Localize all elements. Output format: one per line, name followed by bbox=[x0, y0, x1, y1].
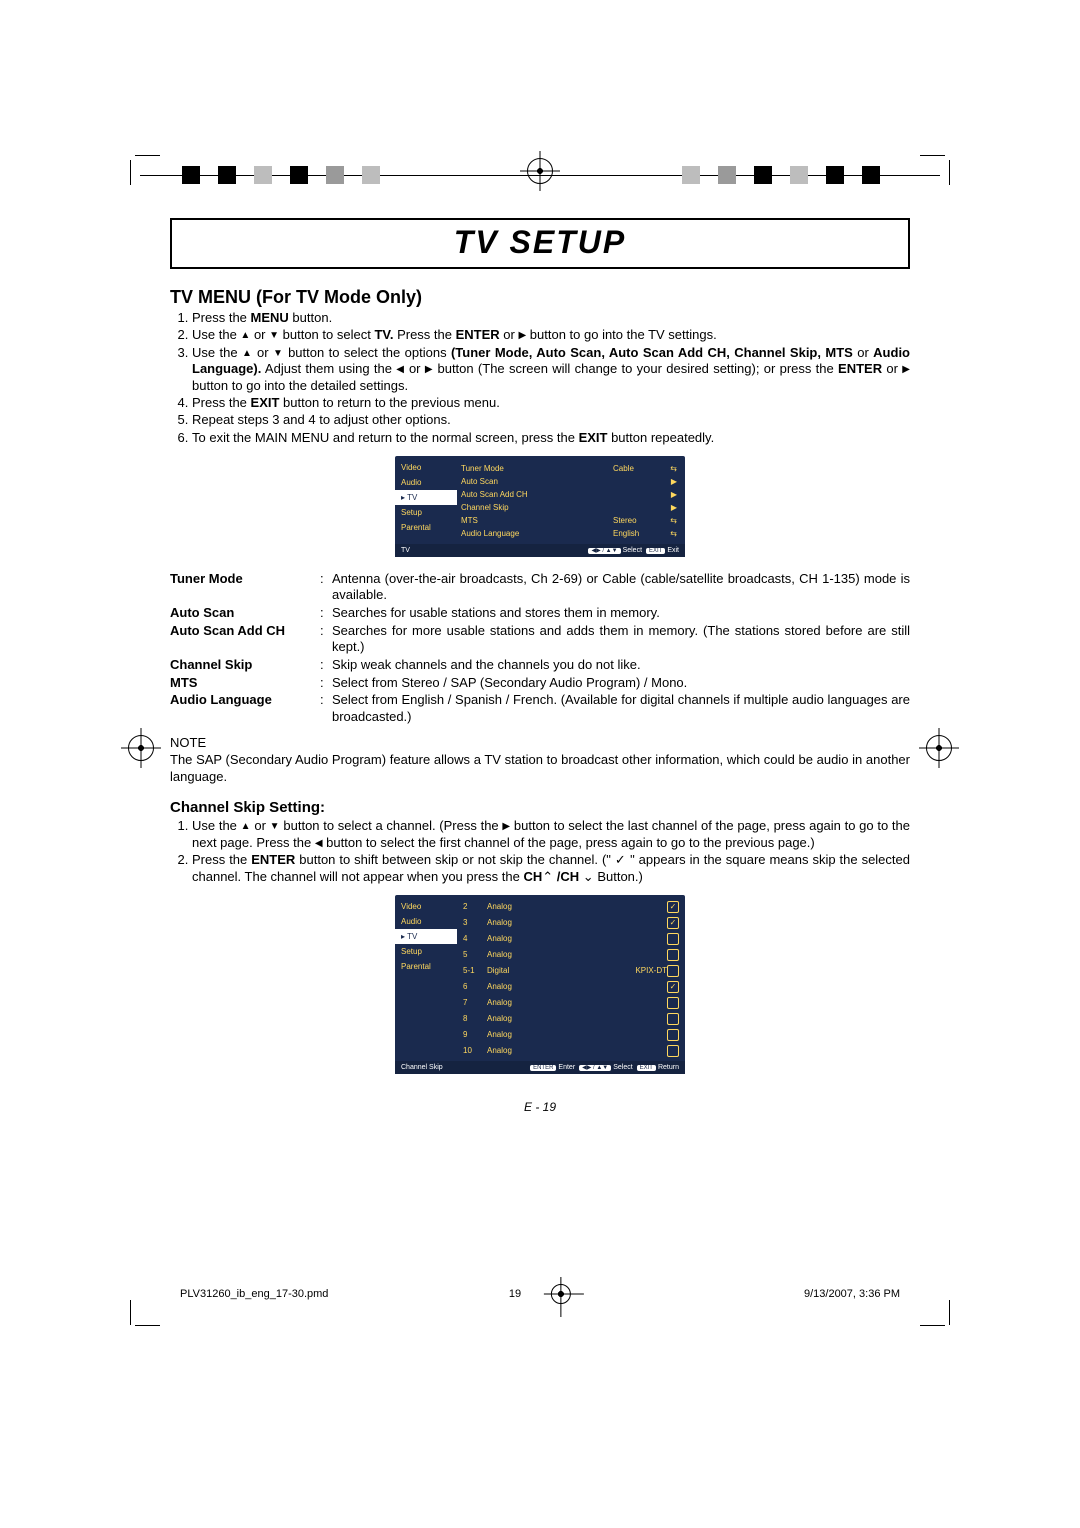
down-icon: ▼ bbox=[273, 348, 284, 359]
osd-screenshot-tv-menu: Video Audio▸ TV Setup Parental Tuner Mod… bbox=[395, 456, 685, 557]
pmd-filename: PLV31260_ib_eng_17-30.pmd bbox=[180, 1288, 328, 1300]
osd-row: Auto Scan Add CH▶ bbox=[461, 488, 677, 501]
osd-channel-row: 3Analog✓ bbox=[463, 915, 679, 931]
up-icon: ▲ bbox=[240, 330, 250, 341]
osd-side-item: Setup bbox=[395, 944, 457, 959]
crop-mark bbox=[920, 155, 950, 185]
step2-2: Press the ENTER button to shift between … bbox=[192, 852, 910, 885]
term-audio-language: Audio Language bbox=[170, 692, 320, 725]
osd-channel-row: 7Analog bbox=[463, 995, 679, 1011]
osd-side-item: Video bbox=[395, 899, 457, 914]
up-icon: ⌃ bbox=[542, 869, 553, 884]
note-block: NOTE The SAP (Secondary Audio Program) f… bbox=[170, 735, 910, 785]
instruction-list-2: Use the ▲ or ▼ button to select a channe… bbox=[170, 818, 910, 885]
right-icon: ▶ bbox=[425, 364, 433, 375]
pmd-page: 19 bbox=[509, 1288, 521, 1300]
term-auto-scan-add-ch: Auto Scan Add CH bbox=[170, 623, 320, 656]
osd-row: Channel Skip▶ bbox=[461, 501, 677, 514]
pmd-datetime: 9/13/2007, 3:36 PM bbox=[804, 1288, 900, 1300]
term-channel-skip: Channel Skip bbox=[170, 657, 320, 674]
osd-channel-row: 6Analog✓ bbox=[463, 979, 679, 995]
osd-channel-row: 9Analog bbox=[463, 1027, 679, 1043]
osd-channel-row: 10Analog bbox=[463, 1043, 679, 1059]
osd-channel-row: 4Analog bbox=[463, 931, 679, 947]
step2-1: Use the ▲ or ▼ button to select a channe… bbox=[192, 818, 910, 851]
term-tuner-mode: Tuner Mode bbox=[170, 571, 320, 604]
osd-side-item: Setup bbox=[395, 505, 457, 520]
osd-channel-row: 5Analog bbox=[463, 947, 679, 963]
osd-channel-row: 8Analog bbox=[463, 1011, 679, 1027]
osd-side-item: Video bbox=[395, 460, 457, 475]
osd-side-item: ▸ TV bbox=[395, 490, 457, 505]
instruction-list-1: Press the MENU button. Use the ▲ or ▼ bu… bbox=[170, 310, 910, 446]
right-icon: ▶ bbox=[518, 330, 526, 341]
osd-channel-row: 2Analog✓ bbox=[463, 899, 679, 915]
down-icon: ⌄ bbox=[583, 869, 594, 884]
osd-row: MTSStereo⇆ bbox=[461, 514, 677, 527]
term-mts: MTS bbox=[170, 675, 320, 692]
check-icon: ✓ bbox=[615, 852, 626, 867]
left-icon: ◀ bbox=[315, 838, 323, 849]
section-heading-channel-skip: Channel Skip Setting: bbox=[170, 799, 910, 816]
osd-screenshot-channel-skip: Video Audio▸ TV Setup Parental 2Analog✓3… bbox=[395, 895, 685, 1074]
page-title: TV SETUP bbox=[170, 218, 910, 269]
step-6: To exit the MAIN MENU and return to the … bbox=[192, 430, 910, 446]
up-icon: ▲ bbox=[241, 821, 251, 832]
step-3: Use the ▲ or ▼ button to select the opti… bbox=[192, 345, 910, 394]
step-5: Repeat steps 3 and 4 to adjust other opt… bbox=[192, 412, 910, 428]
target-icon bbox=[128, 735, 154, 761]
right-icon: ▶ bbox=[902, 364, 910, 375]
osd-side-item: ▸ TV bbox=[395, 929, 457, 944]
section-heading-tv-menu: TV MENU (For TV Mode Only) bbox=[170, 287, 910, 308]
right-icon: ▶ bbox=[502, 821, 510, 832]
osd-side-item: Parental bbox=[395, 520, 457, 535]
up-icon: ▲ bbox=[242, 348, 253, 359]
osd-row: Tuner ModeCable⇆ bbox=[461, 462, 677, 475]
osd-row: Audio LanguageEnglish⇆ bbox=[461, 527, 677, 540]
step-1: Press the MENU button. bbox=[192, 310, 910, 326]
osd-channel-row: 5-1DigitalKPIX-DT bbox=[463, 963, 679, 979]
page-number: E - 19 bbox=[170, 1100, 910, 1114]
crop-mark bbox=[130, 155, 160, 185]
osd-row: Auto Scan▶ bbox=[461, 475, 677, 488]
down-icon: ▼ bbox=[269, 330, 279, 341]
step-2: Use the ▲ or ▼ button to select TV. Pres… bbox=[192, 327, 910, 344]
osd-side-item: Audio bbox=[395, 914, 457, 929]
target-icon bbox=[926, 735, 952, 761]
down-icon: ▼ bbox=[270, 821, 280, 832]
osd-side-item: Audio bbox=[395, 475, 457, 490]
definition-list: Tuner Mode:Antenna (over-the-air broadca… bbox=[170, 571, 910, 726]
note-label: NOTE bbox=[170, 735, 206, 750]
osd-footer-label: TV bbox=[401, 547, 410, 554]
imposition-footer: PLV31260_ib_eng_17-30.pmd 19 9/13/2007, … bbox=[180, 1288, 900, 1300]
osd-footer-label: Channel Skip bbox=[401, 1064, 443, 1071]
target-icon bbox=[551, 1284, 571, 1304]
term-auto-scan: Auto Scan bbox=[170, 605, 320, 622]
page-content: TV SETUP TV MENU (For TV Mode Only) Pres… bbox=[170, 160, 910, 1114]
left-icon: ◀ bbox=[396, 364, 404, 375]
step-4: Press the EXIT button to return to the p… bbox=[192, 395, 910, 411]
osd-side-item: Parental bbox=[395, 959, 457, 974]
